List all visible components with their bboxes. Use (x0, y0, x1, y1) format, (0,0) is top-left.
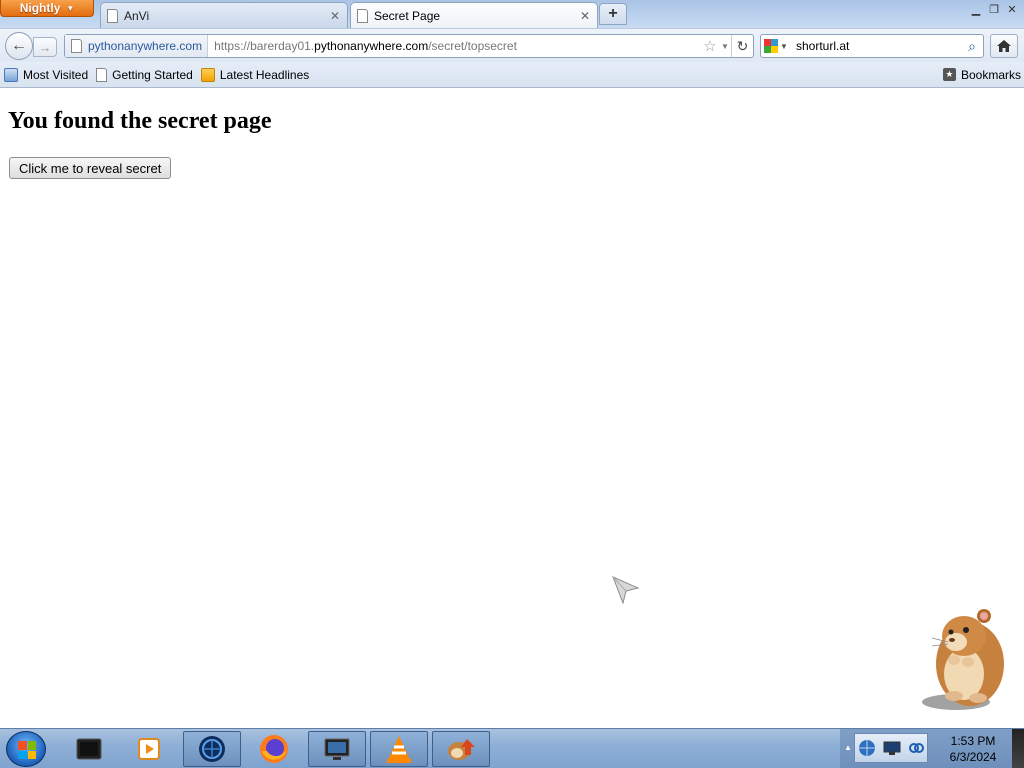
network-globe-icon[interactable] (858, 739, 876, 757)
taskbar-vlc[interactable] (370, 731, 428, 767)
monitor-icon (324, 738, 350, 760)
bookmark-label: Most Visited (23, 67, 89, 82)
url-path: /secret/topsecret (428, 39, 517, 53)
clock-time: 1:53 PM (950, 734, 996, 748)
tab-title: Secret Page (374, 9, 441, 23)
app-menu-button[interactable]: Nightly ▼ (0, 0, 94, 17)
media-player-icon (138, 738, 160, 760)
bookmark-getting-started[interactable]: Getting Started (92, 64, 197, 86)
restore-icon[interactable]: ❐ (986, 2, 1002, 16)
show-desktop-button[interactable] (1012, 729, 1024, 768)
plus-icon: + (608, 5, 618, 22)
site-identity-label: pythonanywhere.com (88, 39, 203, 53)
reload-icon[interactable]: ↻ (731, 35, 753, 57)
vlc-icon (387, 736, 411, 763)
firefox-icon (260, 735, 288, 763)
taskbar-media-player[interactable] (120, 731, 178, 767)
hamster-app-icon (448, 739, 475, 760)
search-input[interactable]: shorturl.at (791, 39, 961, 53)
tab-anvi[interactable]: AnVi ✕ (100, 2, 348, 28)
display-icon[interactable] (882, 740, 902, 756)
app-menu-label: Nightly (19, 1, 61, 15)
search-engine-button[interactable]: ▼ (761, 39, 791, 53)
taskbar-firefox[interactable] (245, 731, 303, 767)
history-dropdown-icon[interactable]: ▼ (719, 42, 731, 51)
url-input[interactable]: https://barerday01.pythonanywhere.com/se… (208, 39, 701, 53)
page-icon (357, 9, 368, 23)
close-tab-icon[interactable]: ✕ (579, 9, 591, 23)
bookmark-label: Latest Headlines (219, 67, 310, 82)
tab-title: AnVi (124, 8, 150, 23)
hamster-mascot-icon (922, 609, 1004, 710)
system-tray: ▲ 1:53 PM 6/3/2024 (840, 729, 1024, 768)
clock-date: 6/3/2024 (949, 750, 997, 764)
tray-expand-icon[interactable]: ▲ (844, 743, 852, 752)
google-icon (764, 39, 779, 53)
bookmark-latest-headlines[interactable]: Latest Headlines (197, 64, 313, 86)
bookmark-most-visited[interactable]: Most Visited (0, 64, 92, 86)
terminal-icon (76, 738, 102, 760)
taskbar-monitor[interactable] (308, 731, 366, 767)
bookmarks-menu-label: Bookmarks (960, 67, 1021, 82)
forward-arrow-icon: → (38, 39, 52, 55)
close-window-icon[interactable]: ✕ (1004, 2, 1020, 16)
url-domain: pythonanywhere.com (314, 39, 429, 53)
rss-icon (200, 67, 215, 82)
page-heading: You found the secret page (8, 108, 272, 134)
forward-button[interactable]: → (33, 37, 57, 57)
page-content: You found the secret page Click me to re… (0, 89, 1024, 728)
clock[interactable]: 1:53 PM 6/3/2024 (940, 733, 1006, 765)
home-icon (997, 40, 1011, 52)
bookmarks-star-icon: ★ (942, 68, 956, 81)
start-button[interactable] (6, 731, 46, 767)
new-tab-button[interactable]: + (599, 3, 627, 25)
taskbar-hamster-app[interactable] (432, 731, 490, 767)
windows-logo-icon (18, 741, 36, 759)
title-bar: Nightly ▼ AnVi ✕ Secret Page ✕ + ▁ ❐ ✕ (0, 0, 1024, 29)
chevron-down-icon: ▼ (780, 41, 788, 51)
browser-globe-icon (199, 736, 225, 762)
bookmark-star-icon[interactable]: ☆ (701, 37, 719, 55)
url-prefix: https://barerday01. (214, 39, 315, 53)
home-button[interactable] (990, 34, 1018, 58)
site-identity-button[interactable]: pythonanywhere.com (65, 35, 209, 57)
page-icon (71, 39, 82, 53)
window-controls: ▁ ❐ ✕ (968, 2, 1020, 16)
navigation-toolbar: ← → pythonanywhere.com https://barerday0… (0, 28, 1024, 62)
most-visited-icon (4, 67, 18, 82)
taskbar-browser-globe[interactable] (183, 731, 241, 767)
bookmarks-menu-button[interactable]: ★ Bookmarks (939, 64, 1024, 86)
page-icon (107, 8, 118, 23)
back-button[interactable]: ← (5, 32, 33, 60)
url-bar[interactable]: pythonanywhere.com https://barerday01.py… (64, 34, 754, 58)
search-icon[interactable]: ⌕ (961, 38, 983, 55)
close-tab-icon[interactable]: ✕ (329, 9, 341, 23)
bookmarks-toolbar: Most Visited Getting Started Latest Head… (0, 62, 1024, 88)
mouse-cursor-icon (612, 576, 640, 604)
connection-icon[interactable] (908, 740, 924, 756)
reveal-secret-button[interactable]: Click me to reveal secret (9, 157, 172, 179)
chevron-down-icon: ▼ (66, 3, 75, 13)
minimize-icon[interactable]: ▁ (968, 2, 984, 16)
tray-icons (854, 733, 928, 763)
back-arrow-icon: ← (11, 37, 27, 54)
search-bar[interactable]: ▼ shorturl.at ⌕ (760, 34, 984, 58)
bookmark-label: Getting Started (112, 67, 193, 82)
taskbar-terminal[interactable] (60, 731, 118, 767)
tab-secret-page[interactable]: Secret Page ✕ (350, 2, 598, 29)
taskbar: ▲ 1:53 PM 6/3/2024 (0, 728, 1024, 768)
page-icon (96, 67, 108, 82)
